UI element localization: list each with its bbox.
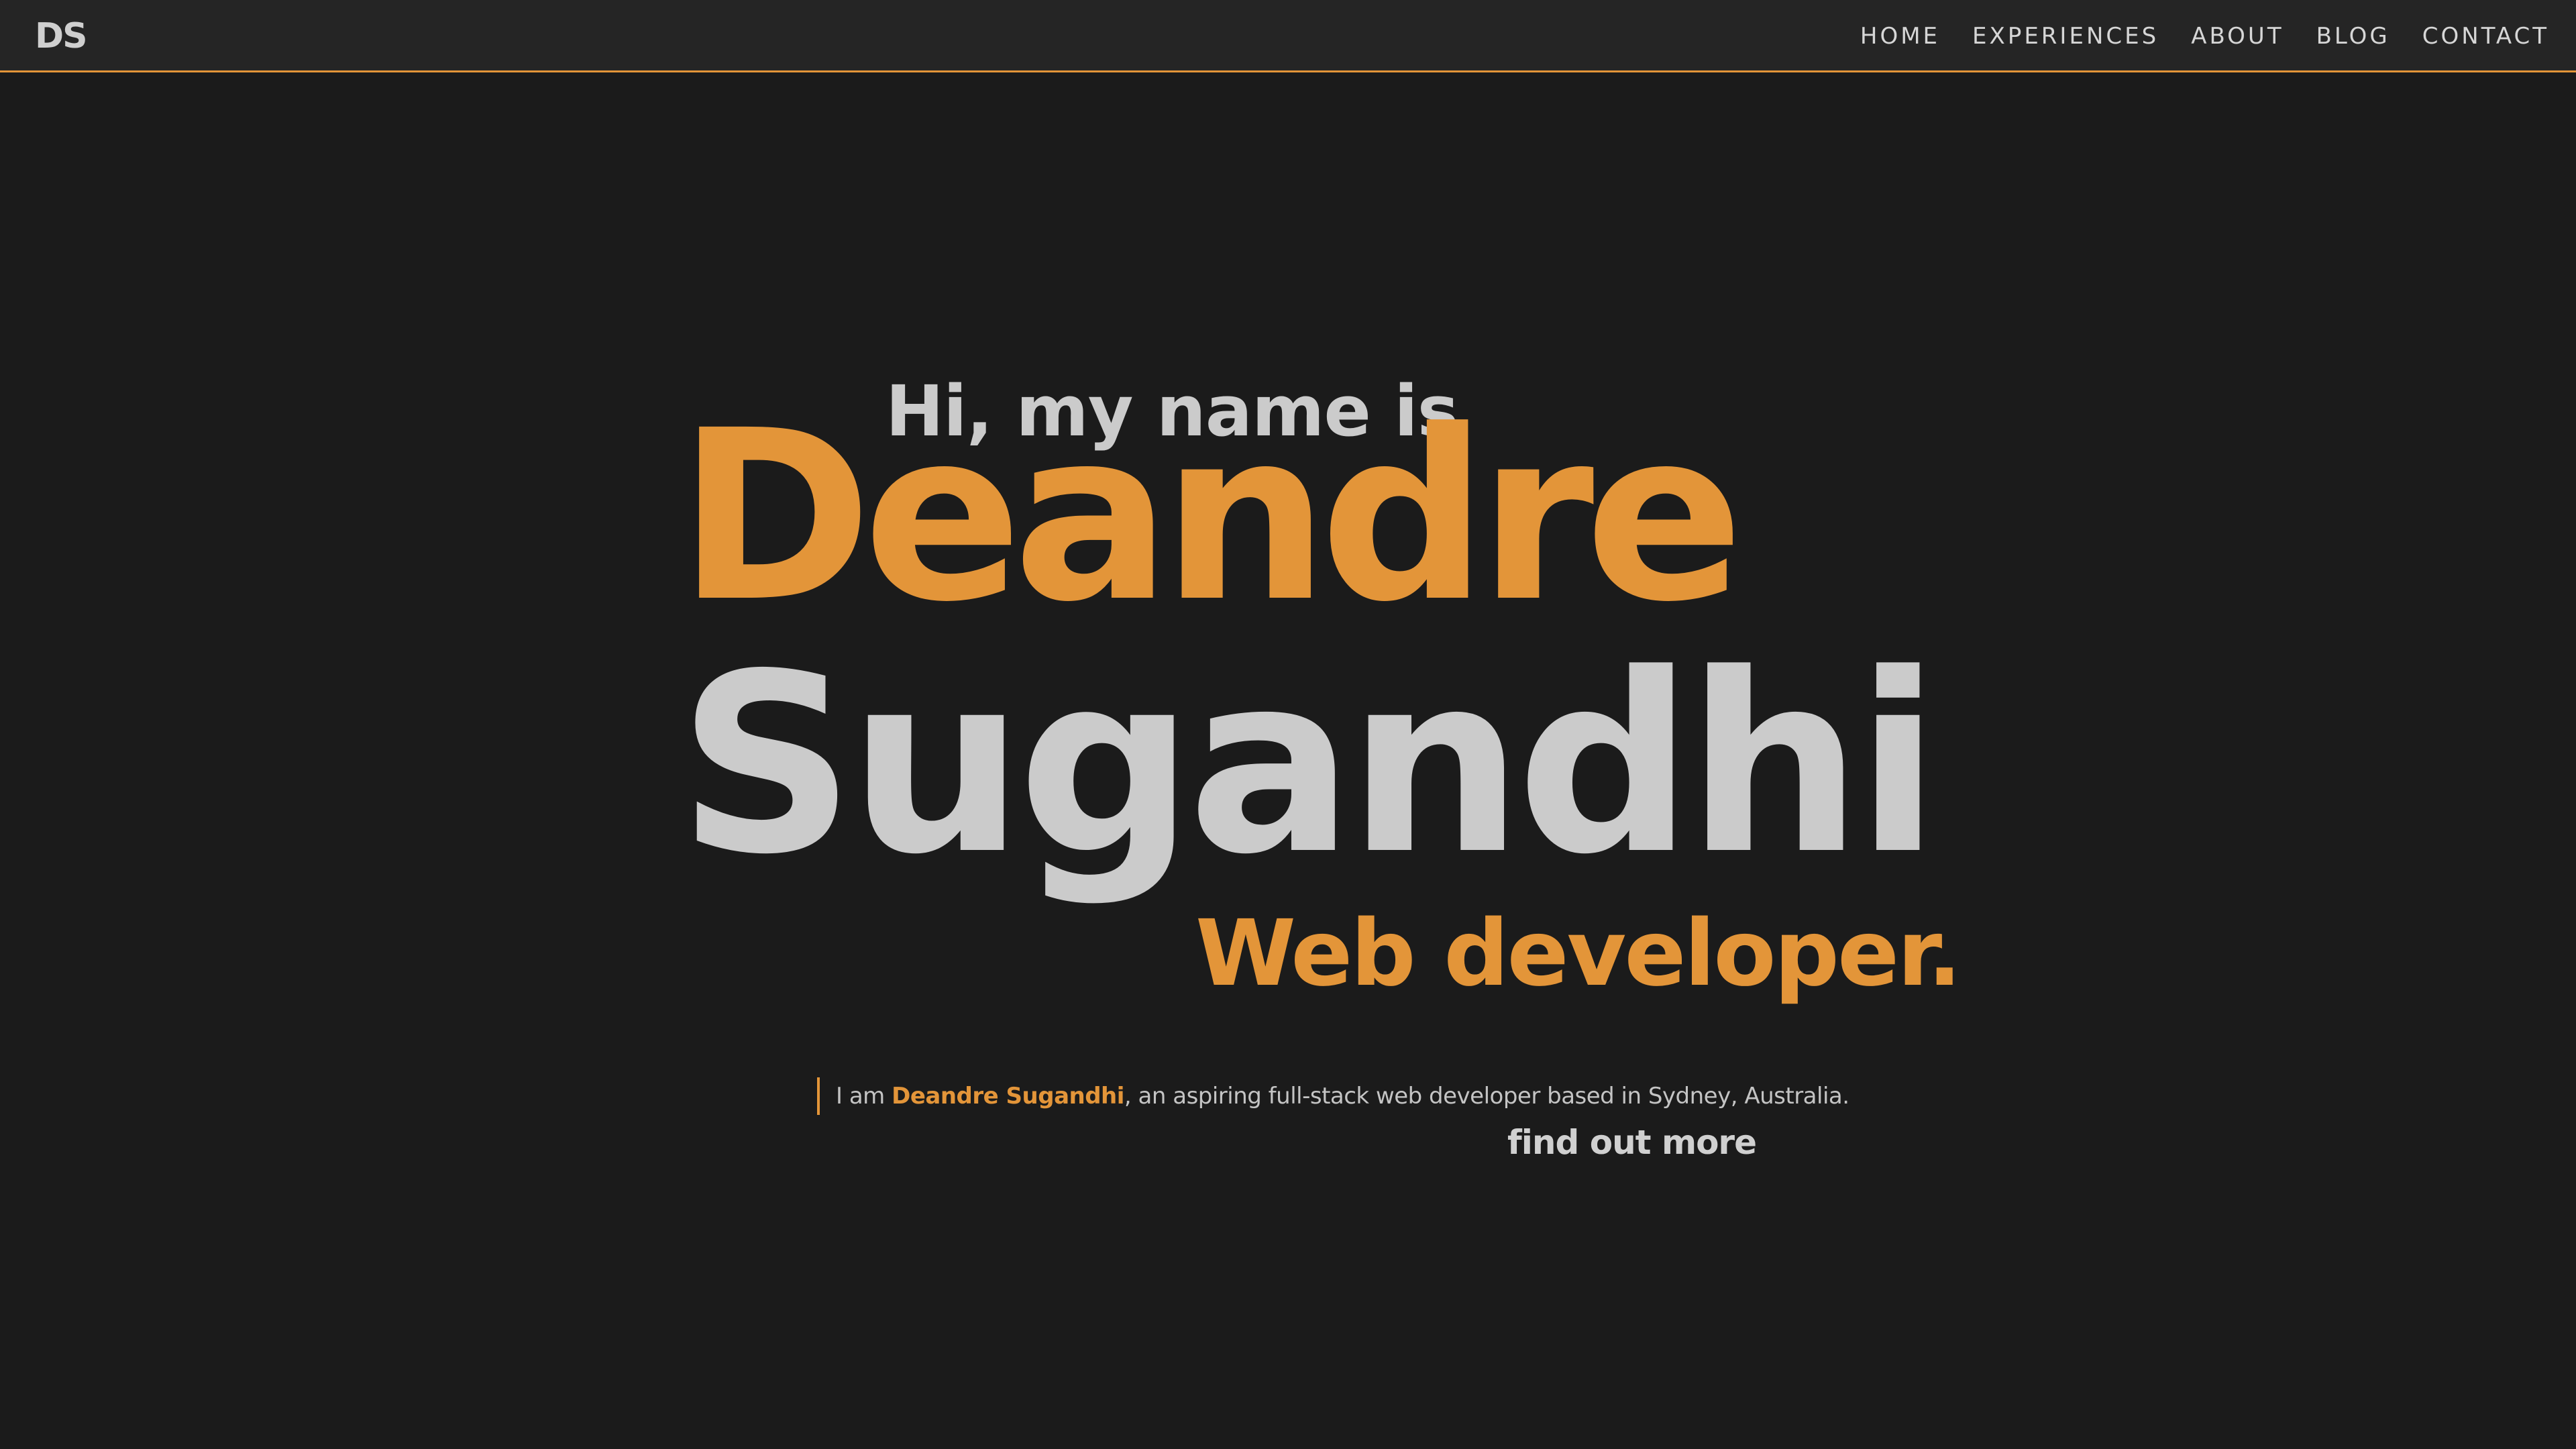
intro-suffix: , an aspiring full-stack web developer b… xyxy=(1124,1083,1849,1110)
navbar: DS HOME EXPERIENCES ABOUT BLOG CONTACT xyxy=(0,0,2576,72)
hero-first-name: Deandre xyxy=(678,380,1744,653)
nav-link-experiences[interactable]: EXPERIENCES xyxy=(1972,23,2159,50)
hero-last-name: Sugandhi xyxy=(678,621,1940,908)
site-logo[interactable]: DS xyxy=(35,15,88,58)
hero-role: Web developer. xyxy=(1195,901,1962,1007)
find-out-more-link[interactable]: find out more xyxy=(1507,1119,1757,1166)
intro-text: I am Deandre Sugandhi, an aspiring full-… xyxy=(817,1077,1849,1115)
intro-prefix: I am xyxy=(836,1083,892,1110)
intro-name-highlight: Deandre Sugandhi xyxy=(892,1083,1124,1110)
nav-links: HOME EXPERIENCES ABOUT BLOG CONTACT xyxy=(1860,0,2549,72)
nav-link-blog[interactable]: BLOG xyxy=(2316,23,2390,50)
nav-link-about[interactable]: ABOUT xyxy=(2191,23,2284,50)
nav-link-contact[interactable]: CONTACT xyxy=(2422,23,2549,50)
nav-link-home[interactable]: HOME xyxy=(1860,23,1940,50)
